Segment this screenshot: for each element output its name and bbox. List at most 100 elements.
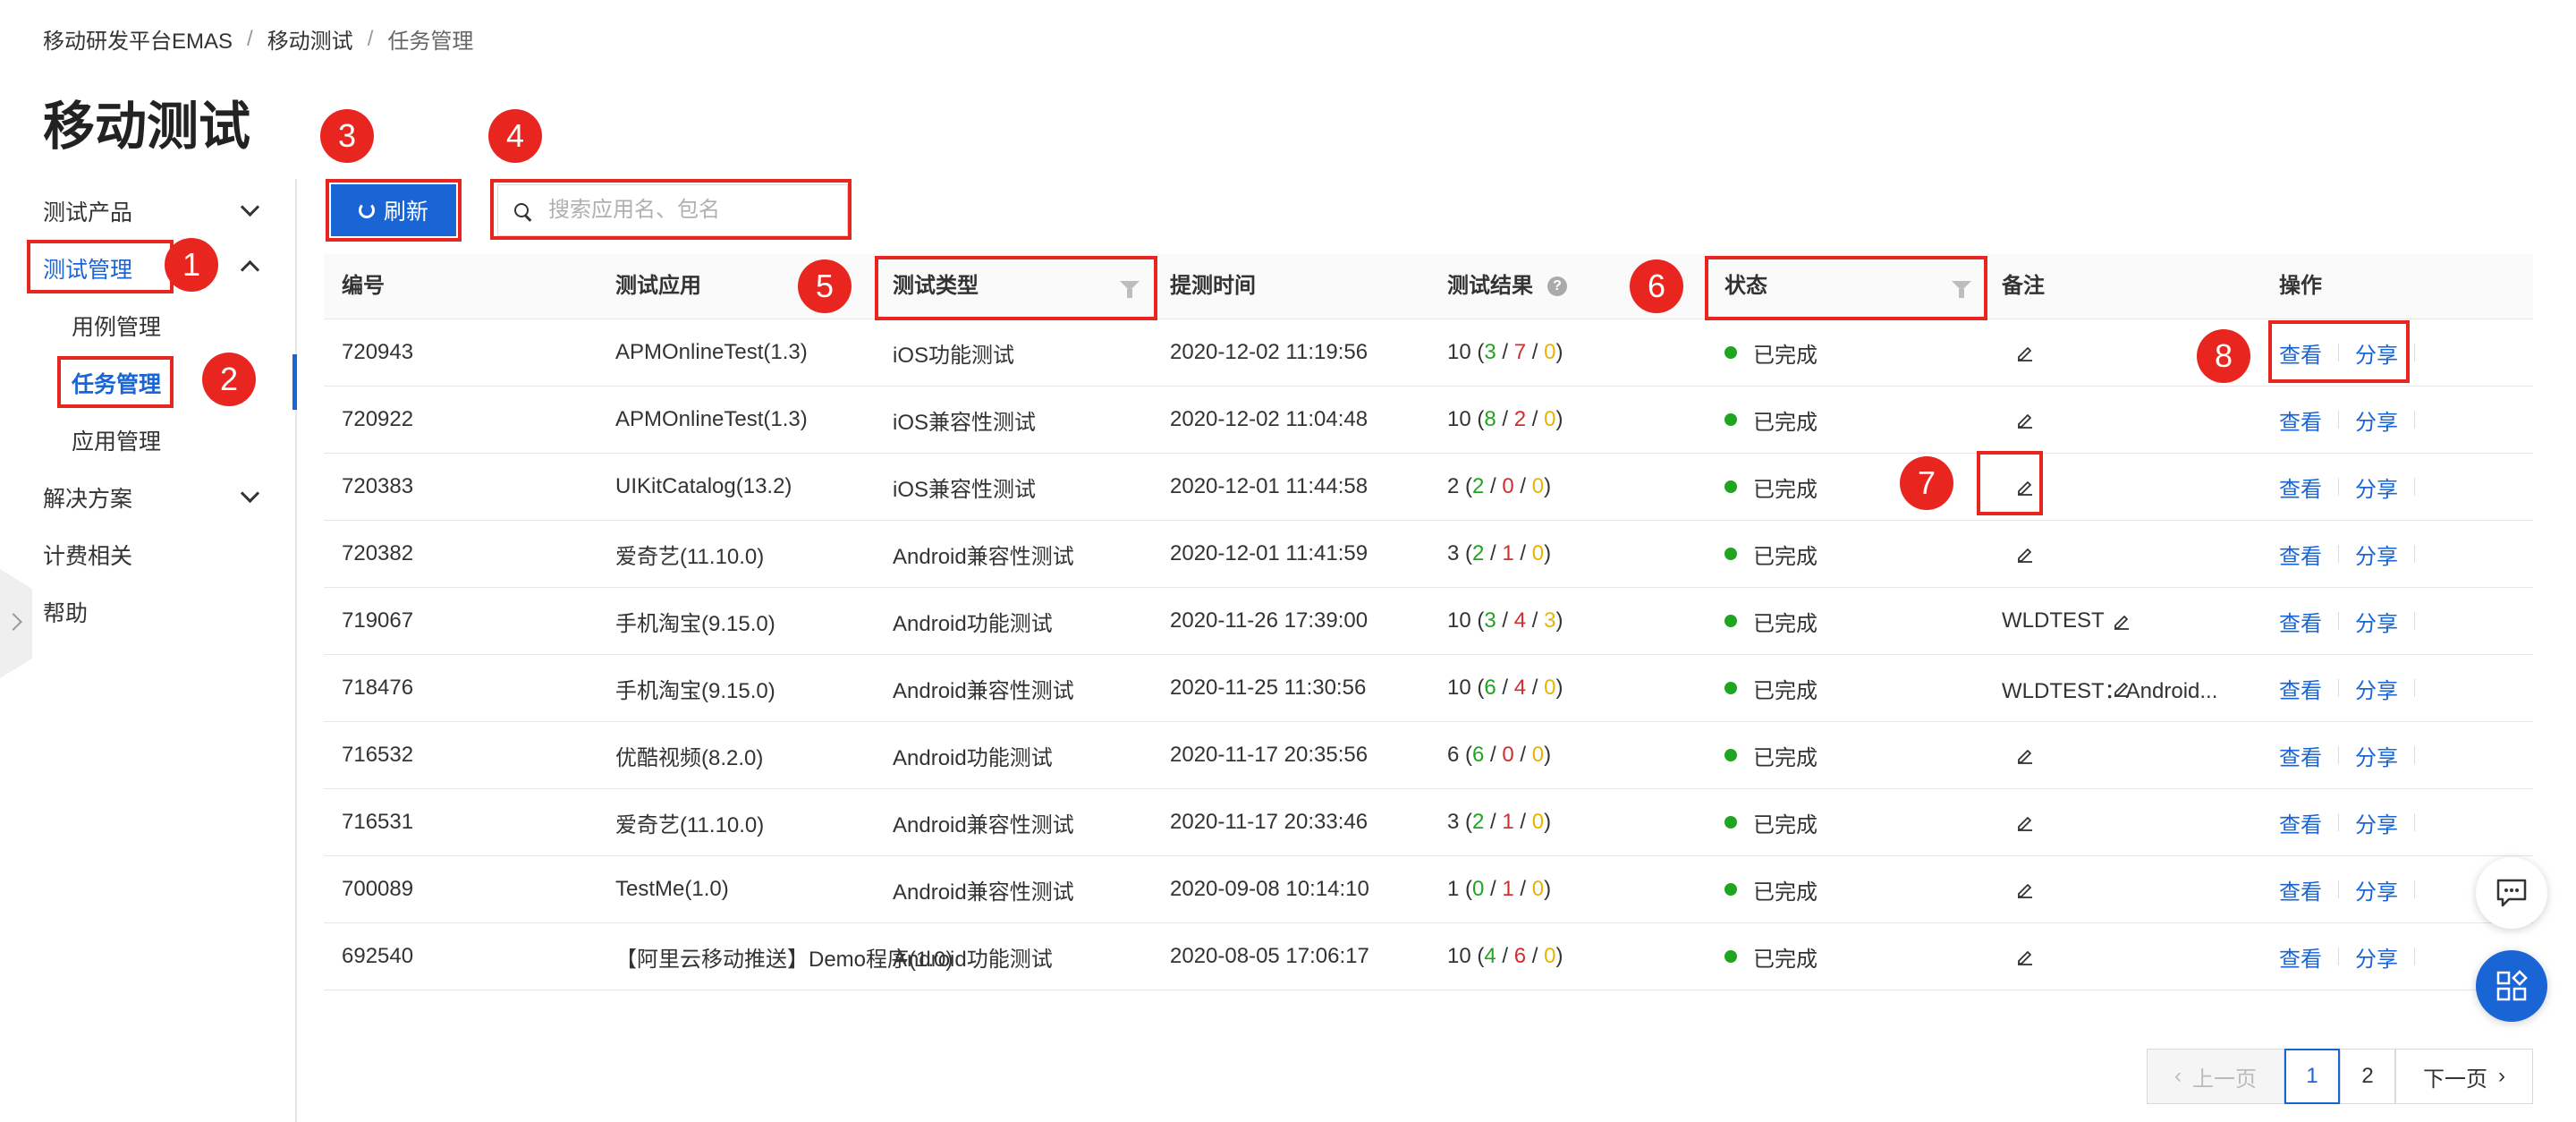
sidebar-active-indicator xyxy=(292,354,297,410)
action-divider xyxy=(2338,545,2339,563)
pagination-next-label: 下一页 xyxy=(2423,1067,2487,1092)
edit-icon[interactable] xyxy=(2016,344,2034,361)
status-dot-icon xyxy=(1724,346,1737,359)
edit-icon[interactable] xyxy=(2016,411,2034,429)
sidebar-item-billing[interactable]: 计费相关 xyxy=(43,539,132,571)
share-link[interactable]: 分享 xyxy=(2355,807,2398,838)
view-link[interactable]: 查看 xyxy=(2279,539,2322,570)
status-text: 已完成 xyxy=(1753,947,1818,972)
result-fail: 0 xyxy=(1502,743,1514,767)
result-open-paren: ( xyxy=(1470,340,1485,364)
action-divider xyxy=(2338,612,2339,630)
chevron-up-icon[interactable] xyxy=(240,259,260,280)
result-fail: 4 xyxy=(1513,676,1527,700)
result-sep: / xyxy=(1496,676,1514,700)
table-row: 720382 爱奇艺(11.10.0) Android兼容性测试 2020-12-01… xyxy=(324,521,2533,588)
pagination-page-2[interactable]: 2 xyxy=(2340,1049,2395,1104)
table-row: 716532 优酷视频(8.2.0) Android功能测试 2020-11-17 2… xyxy=(324,722,2533,789)
breadcrumb-separator: / xyxy=(367,26,374,51)
apps-button[interactable] xyxy=(2476,950,2547,1022)
view-link[interactable]: 查看 xyxy=(2279,807,2322,838)
apps-icon xyxy=(2496,970,2528,1001)
note-text: WLDTEST：Android... xyxy=(2002,678,2218,703)
share-link[interactable]: 分享 xyxy=(2355,539,2398,570)
result-total: 10 xyxy=(1447,608,1471,633)
result-warn: 0 xyxy=(1531,541,1545,565)
result-warn: 3 xyxy=(1544,608,1556,633)
result-open-paren: ( xyxy=(1459,743,1473,767)
chat-button[interactable] xyxy=(2476,857,2547,929)
actions-cell: 查看 分享 xyxy=(2279,521,2431,587)
edit-icon[interactable] xyxy=(2016,746,2034,764)
share-link[interactable]: 分享 xyxy=(2355,606,2398,637)
view-link[interactable]: 查看 xyxy=(2279,472,2322,503)
task-id: 720382 xyxy=(342,541,414,565)
help-icon[interactable]: ? xyxy=(1547,276,1567,296)
breadcrumb-item-emas[interactable]: 移动研发平台EMAS xyxy=(43,23,233,55)
actions-cell: 查看 分享 xyxy=(2279,387,2431,453)
result-open-paren: ( xyxy=(1470,944,1485,968)
edit-icon[interactable] xyxy=(2113,612,2131,630)
test-type: Android功能测试 xyxy=(893,611,1053,636)
annotation-box-type-column xyxy=(875,256,1157,320)
result-sep: / xyxy=(1526,676,1545,700)
result-sep: / xyxy=(1526,608,1545,633)
pagination-page-1[interactable]: 1 xyxy=(2284,1049,2340,1104)
view-link[interactable]: 查看 xyxy=(2279,941,2322,973)
annotation-box-search xyxy=(490,179,852,240)
action-divider xyxy=(2338,478,2339,496)
share-link[interactable]: 分享 xyxy=(2355,874,2398,905)
result-open-paren: ( xyxy=(1459,810,1473,834)
edit-icon[interactable] xyxy=(2016,948,2034,965)
test-app: APMOnlineTest(1.3) xyxy=(615,407,808,431)
sidebar-item-help[interactable]: 帮助 xyxy=(43,596,88,628)
view-link[interactable]: 查看 xyxy=(2279,874,2322,905)
share-link[interactable]: 分享 xyxy=(2355,941,2398,973)
view-link[interactable]: 查看 xyxy=(2279,740,2322,771)
task-id: 719067 xyxy=(342,608,414,633)
edit-icon[interactable] xyxy=(2016,813,2034,831)
edit-icon[interactable] xyxy=(2113,679,2131,697)
column-header-result: 测试结果 xyxy=(1447,274,1533,298)
result-sep: / xyxy=(1526,407,1545,431)
test-result: 10 (3 / 7 / 0) xyxy=(1447,319,1563,386)
view-link[interactable]: 查看 xyxy=(2279,673,2322,704)
test-result: 10 (8 / 2 / 0) xyxy=(1447,387,1563,453)
test-type: Android兼容性测试 xyxy=(893,880,1074,905)
test-result: 3 (2 / 1 / 0) xyxy=(1447,521,1551,587)
status-dot-icon xyxy=(1724,548,1737,560)
annotation-badge-4: 4 xyxy=(488,109,542,163)
annotation-badge-1: 1 xyxy=(165,238,218,292)
chevron-down-icon[interactable] xyxy=(240,197,260,217)
share-link[interactable]: 分享 xyxy=(2355,740,2398,771)
view-link[interactable]: 查看 xyxy=(2279,404,2322,436)
sidebar-item-app-management[interactable]: 应用管理 xyxy=(72,424,161,456)
sidebar-item-test-products[interactable]: 测试产品 xyxy=(43,195,132,227)
table-body: 720943 APMOnlineTest(1.3) iOS功能测试 2020-12-0… xyxy=(324,319,2533,990)
table-row: 720922 APMOnlineTest(1.3) iOS兼容性测试 2020-12-… xyxy=(324,387,2533,454)
result-sep: / xyxy=(1513,810,1532,834)
share-link[interactable]: 分享 xyxy=(2355,673,2398,704)
status-dot-icon xyxy=(1724,413,1737,426)
view-link[interactable]: 查看 xyxy=(2279,606,2322,637)
result-sep: / xyxy=(1496,608,1514,633)
test-type: iOS功能测试 xyxy=(893,343,1015,368)
edit-icon[interactable] xyxy=(2016,880,2034,898)
breadcrumb-item-mobile-test[interactable]: 移动测试 xyxy=(267,23,353,55)
pagination-prev-button[interactable]: ‹ 上一页 xyxy=(2147,1049,2284,1104)
status-text: 已完成 xyxy=(1753,410,1818,435)
annotation-badge-5: 5 xyxy=(798,259,852,313)
chevron-down-icon[interactable] xyxy=(240,483,260,504)
sidebar-item-solutions[interactable]: 解决方案 xyxy=(43,481,132,514)
share-link[interactable]: 分享 xyxy=(2355,472,2398,503)
table-header: 编号 测试应用 测试类型 提测时间 测试结果 ? 状态 备注 操作 xyxy=(324,254,2533,319)
action-divider xyxy=(2338,880,2339,898)
pagination-next-button[interactable]: 下一页 › xyxy=(2395,1049,2533,1104)
sidebar-item-case-management[interactable]: 用例管理 xyxy=(72,310,161,342)
share-link[interactable]: 分享 xyxy=(2355,404,2398,436)
edit-icon[interactable] xyxy=(2016,545,2034,563)
submit-time: 2020-08-05 17:06:17 xyxy=(1170,944,1369,968)
submit-time: 2020-09-08 10:14:10 xyxy=(1170,877,1369,901)
status-dot-icon xyxy=(1724,682,1737,694)
test-app: 手机淘宝(9.15.0) xyxy=(615,611,775,636)
